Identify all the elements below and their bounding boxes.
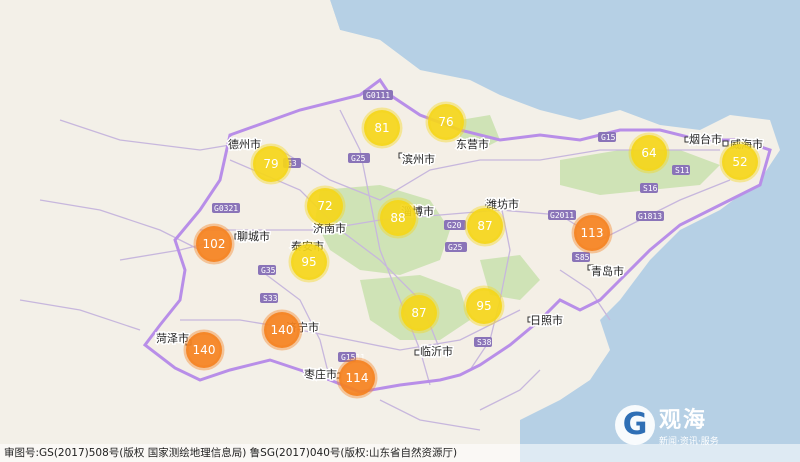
marker-zaozhuang[interactable]: 114 [336, 357, 378, 399]
marker-value: 76 [438, 115, 453, 129]
city-label-linyi: 临沂市 [420, 344, 453, 358]
marker-value: 140 [271, 323, 294, 337]
marker-value: 72 [317, 199, 332, 213]
road-shield-label: S11 [675, 166, 690, 175]
marker-jining[interactable]: 140 [261, 309, 303, 351]
road-shield-label: S38 [477, 338, 492, 347]
road-shield-label: G25 [351, 154, 366, 163]
marker-value: 95 [476, 299, 491, 313]
marker-weifang[interactable]: 87 [464, 205, 506, 247]
marker-heze[interactable]: 140 [183, 329, 225, 371]
marker-value: 114 [346, 371, 369, 385]
logo-text: 观海 新闻·资讯·服务 [659, 402, 719, 447]
marker-value: 113 [581, 226, 604, 240]
road-shield-label: G0321 [214, 204, 238, 213]
marker-value: 87 [477, 219, 492, 233]
marker-rizhao[interactable]: 95 [463, 285, 505, 327]
marker-binzhou[interactable]: 81 [361, 107, 403, 149]
marker-jinan[interactable]: 72 [304, 185, 346, 227]
marker-liaocheng[interactable]: 102 [193, 223, 235, 265]
city-label-dongying: 东营市 [456, 137, 489, 151]
road-shield-label: G25 [448, 243, 463, 252]
map-canvas[interactable]: G0111 G25 G3 G0321 G20 G2011 G15 G1813 S… [0, 0, 800, 462]
road-shield-label: G2011 [550, 211, 574, 220]
marker-value: 79 [263, 157, 278, 171]
marker-qingdao[interactable]: 113 [571, 212, 613, 254]
marker-value: 87 [411, 306, 426, 320]
marker-dezhou[interactable]: 79 [250, 143, 292, 185]
road-shield-label: S33 [263, 294, 278, 303]
road-shield-label: G35 [261, 266, 276, 275]
road-shield-label: S16 [643, 184, 658, 193]
marker-value: 95 [301, 255, 316, 269]
marker-value: 102 [203, 237, 226, 251]
marker-value: 52 [732, 155, 747, 169]
city-label-zaozhuang: 枣庄市 [304, 367, 337, 381]
city-label-binzhou: 滨州市 [402, 152, 435, 166]
marker-weihai[interactable]: 52 [719, 141, 761, 183]
road-shield-label: G0111 [366, 91, 390, 100]
logo-mark-icon: G [615, 404, 655, 445]
road-shield-label: S85 [575, 253, 590, 262]
marker-linyi[interactable]: 87 [398, 292, 440, 334]
marker-dongying[interactable]: 76 [425, 101, 467, 143]
road-shield-label: G1813 [638, 212, 662, 221]
marker-yantai[interactable]: 64 [628, 132, 670, 174]
marker-value: 88 [390, 211, 405, 225]
road-shield-label: G15 [601, 133, 616, 142]
road-shield-label: G20 [447, 221, 462, 230]
marker-zibo[interactable]: 88 [377, 197, 419, 239]
map-approval-footer: 审图号:GS(2017)508号(版权 国家测绘地理信息局) 鲁SG(2017)… [0, 444, 800, 462]
logo-name: 观海 [659, 408, 708, 433]
guanhai-logo: G 观海 新闻·资讯·服务 [615, 402, 719, 447]
city-label-liaocheng: 聊城市 [237, 229, 270, 243]
marker-value: 81 [374, 121, 389, 135]
city-label-heze: 菏泽市 [156, 331, 189, 345]
city-label-dezhou: 德州市 [228, 137, 261, 151]
marker-value: 64 [641, 146, 656, 160]
city-label-rizhao: 日照市 [530, 313, 563, 327]
city-label-qingdao: 青岛市 [591, 264, 624, 278]
shandong-map: G0111 G25 G3 G0321 G20 G2011 G15 G1813 S… [0, 0, 800, 462]
city-label-yantai: 烟台市 [689, 132, 722, 146]
marker-taian[interactable]: 95 [288, 241, 330, 283]
marker-value: 140 [193, 343, 216, 357]
